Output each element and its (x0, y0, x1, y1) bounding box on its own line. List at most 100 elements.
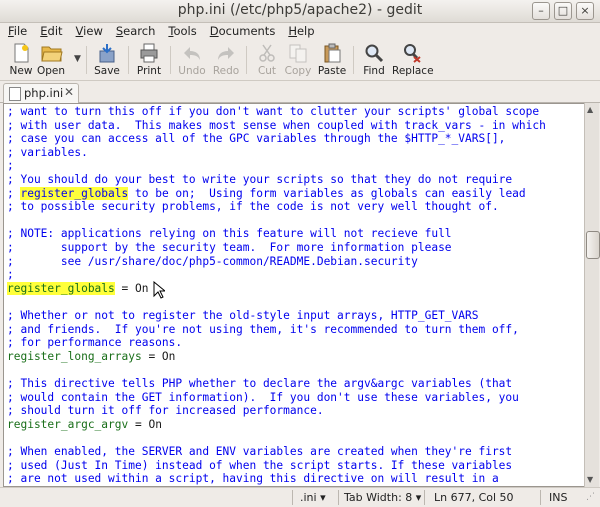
insert-mode: INS (549, 491, 568, 504)
scrollbar-thumb[interactable] (586, 231, 600, 259)
language-label: .ini (300, 491, 317, 504)
code-line: ; and friends. If you're not using them,… (7, 322, 519, 336)
close-icon[interactable]: × (576, 2, 594, 20)
status-separator (540, 490, 541, 505)
code-line: ; You should do your best to write your … (7, 173, 513, 186)
menu-item[interactable]: File (3, 24, 32, 38)
menu-label: earch (123, 24, 156, 38)
redo-button[interactable]: Redo (207, 42, 245, 78)
menu-label: elp (296, 24, 315, 38)
new-document-icon (11, 43, 31, 63)
vertical-scrollbar[interactable]: ▲ ▼ (584, 103, 600, 487)
code-line: ; want to turn this off if you don't wan… (7, 105, 540, 118)
menu-label: dit (47, 24, 63, 38)
code-text: = On (114, 281, 149, 295)
menu-mnemonic: E (40, 24, 48, 38)
menu-item[interactable]: Documents (205, 24, 281, 38)
maximize-icon[interactable]: □ (554, 2, 572, 20)
clipboard-icon (322, 43, 342, 63)
scroll-up-icon[interactable]: ▲ (587, 105, 593, 114)
tab-width-selector[interactable]: Tab Width: 8 ▾ (344, 491, 421, 504)
window-controls: – □ × (532, 2, 594, 20)
menu-item[interactable]: Search (111, 24, 161, 38)
code-text: = On (128, 417, 162, 431)
minimize-icon[interactable]: – (532, 2, 550, 20)
menu-item[interactable]: Edit (35, 24, 67, 38)
toolbar-separator (170, 46, 171, 74)
chevron-down-icon: ▾ (320, 491, 326, 504)
cursor-position: Ln 677, Col 50 (434, 491, 514, 504)
copy-icon (288, 43, 308, 63)
save-button[interactable]: Save (88, 42, 126, 78)
code-text: to be on; Using form variables as global… (128, 186, 526, 200)
status-separator (424, 490, 425, 505)
scroll-down-icon[interactable]: ▼ (587, 475, 593, 484)
language-selector[interactable]: .ini ▾ (300, 491, 326, 504)
code-line: ; variables. (7, 145, 88, 159)
menu-mnemonic: H (288, 24, 297, 38)
tab-width-label: Tab Width: 8 (344, 491, 413, 504)
print-button[interactable]: Print (130, 42, 168, 78)
toolbar-separator (353, 46, 354, 74)
code-line: ; with user data. This makes most sense … (7, 118, 546, 132)
status-separator (292, 490, 293, 505)
menu-item[interactable]: Help (283, 24, 319, 38)
copy-button[interactable]: Copy (279, 42, 317, 78)
scissors-icon (257, 43, 277, 63)
resize-grip-icon[interactable]: ⋰ (586, 492, 595, 502)
code-line: ; register_globals to be on; Using form … (7, 186, 526, 201)
document-tab-bar: php.ini ✕ (0, 81, 600, 103)
menu-item[interactable]: Tools (163, 24, 201, 38)
menu-label: ile (13, 24, 28, 38)
menu-item[interactable]: View (71, 24, 108, 38)
code-line: ; NOTE: applications relying on this fea… (7, 227, 452, 241)
menu-label: ools (173, 24, 197, 38)
toolbar: New Open ▼ Save Print Undo Redo Cut Copy… (0, 40, 600, 81)
code-line: ; used (Just In Time) instead of when th… (7, 458, 513, 472)
code-line: ; see /usr/share/doc/php5-common/README.… (7, 254, 418, 268)
find-button[interactable]: Find (355, 42, 393, 78)
code-line: register_globals = On (7, 281, 149, 296)
title-bar: php.ini (/etc/php5/apache2) - gedit – □ … (0, 0, 600, 23)
code-line: ; (7, 268, 14, 282)
code-line: ; (7, 159, 14, 173)
find-replace-icon (402, 43, 422, 63)
menu-bar: File Edit View Search Tools Documents Help (0, 22, 600, 40)
save-icon (97, 43, 117, 63)
directive-name: register_long_arrays (7, 349, 142, 363)
tab-close-icon[interactable]: ✕ (64, 85, 74, 99)
menu-label: ocuments (218, 24, 276, 38)
code-line: ; When enabled, the SERVER and ENV varia… (7, 445, 513, 458)
undo-button[interactable]: Undo (173, 42, 211, 78)
status-bar: .ini ▾ Tab Width: 8 ▾ Ln 677, Col 50 INS… (0, 487, 600, 507)
code-line: register_long_arrays = On (7, 350, 175, 364)
directive-name: register_globals (20, 186, 129, 200)
tab-php-ini[interactable]: php.ini ✕ (3, 83, 79, 103)
printer-icon (139, 43, 159, 63)
text-document-icon (9, 87, 21, 101)
code-text: ; (7, 186, 21, 200)
gedit-window: php.ini (/etc/php5/apache2) - gedit – □ … (0, 0, 600, 506)
menu-label: iew (83, 24, 103, 38)
code-text: = On (141, 349, 176, 363)
menu-mnemonic: D (209, 24, 219, 38)
magnifier-icon (364, 43, 384, 63)
code-line: ; support by the security team. For more… (7, 241, 452, 254)
chevron-down-icon: ▾ (415, 491, 422, 504)
replace-button[interactable]: Replace (392, 42, 434, 78)
redo-icon (216, 43, 236, 63)
code-line: ; are not used within a script, having t… (7, 472, 499, 486)
folder-open-icon (41, 43, 63, 63)
open-button[interactable]: Open (32, 42, 70, 78)
text-editor[interactable]: ; want to turn this off if you don't wan… (3, 103, 585, 487)
code-line: ; would contain the GET information). If… (7, 390, 519, 404)
status-separator (338, 490, 339, 505)
open-dropdown-arrow[interactable]: ▼ (74, 54, 81, 64)
code-line: register_argc_argv = On (7, 418, 162, 432)
directive-name: register_argc_argv (7, 417, 129, 431)
code-line: ; for performance reasons. (7, 336, 183, 350)
undo-icon (182, 43, 202, 63)
toolbar-separator (246, 46, 247, 74)
directive-name: register_globals (7, 281, 115, 295)
paste-button[interactable]: Paste (313, 42, 351, 78)
